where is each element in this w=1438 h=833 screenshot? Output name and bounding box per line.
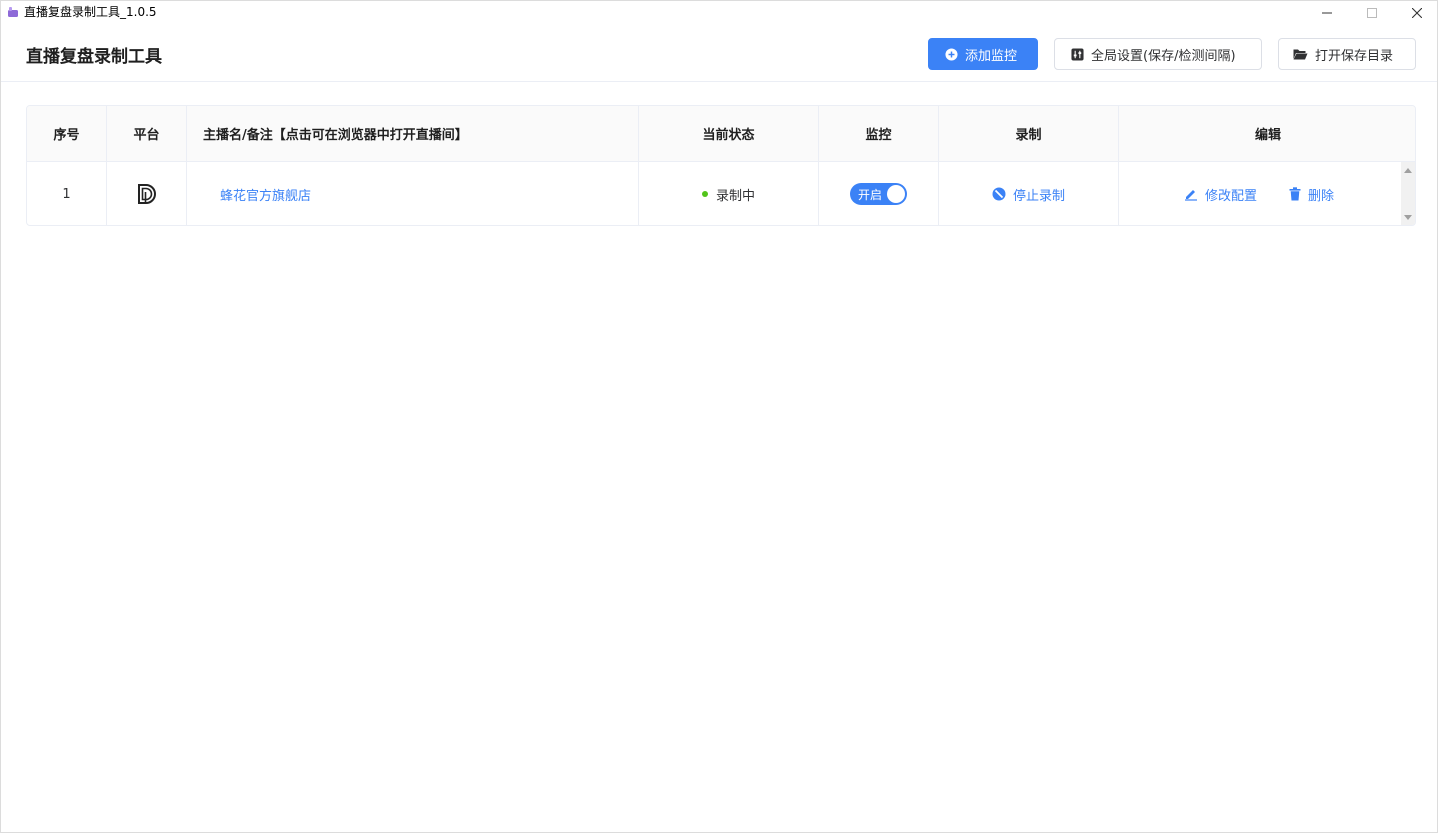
minimize-icon bbox=[1322, 12, 1332, 14]
status-cell: 录制中 bbox=[639, 162, 819, 225]
app-window: 直播复盘录制工具_1.0.5 直播复盘录制工具 添加监控 全局设置(保存/检测间… bbox=[0, 0, 1438, 833]
title-bar: 直播复盘录制工具_1.0.5 bbox=[1, 1, 1437, 25]
global-settings-label: 全局设置(保存/检测间隔) bbox=[1091, 48, 1236, 64]
monitor-cell: 开启 bbox=[819, 162, 939, 225]
table-header: 序号 平台 主播名/备注【点击可在浏览器中打开直播间】 当前状态 监控 录制 编… bbox=[27, 106, 1415, 162]
edit-config-label: 修改配置 bbox=[1204, 188, 1257, 204]
sliders-icon bbox=[1071, 47, 1084, 61]
column-header-monitor: 监控 bbox=[819, 106, 939, 161]
monitor-toggle[interactable]: 开启 bbox=[850, 183, 907, 205]
row-index: 1 bbox=[27, 162, 107, 225]
table-row: 1 蜂花官方旗舰店 录制中 开启 停止录制 修改配置 删除 bbox=[27, 162, 1415, 225]
edit-config-button[interactable]: 修改配置 bbox=[1184, 185, 1257, 204]
minimize-button[interactable] bbox=[1304, 1, 1350, 25]
column-header-edit: 编辑 bbox=[1254, 128, 1281, 143]
column-header-status: 当前状态 bbox=[639, 106, 819, 161]
stop-record-button[interactable]: 停止录制 bbox=[992, 185, 1065, 204]
close-icon bbox=[1412, 8, 1422, 18]
maximize-icon bbox=[1367, 8, 1377, 18]
monitor-toggle-label: 开启 bbox=[858, 187, 883, 202]
streamer-name-link[interactable]: 蜂花官方旗舰店 bbox=[220, 185, 311, 204]
stop-circle-icon bbox=[992, 187, 1006, 201]
delete-button[interactable]: 删除 bbox=[1289, 185, 1334, 204]
stop-record-label: 停止录制 bbox=[1012, 188, 1065, 204]
status-dot-icon bbox=[701, 191, 708, 197]
toggle-knob bbox=[887, 185, 905, 203]
record-cell: 停止录制 bbox=[939, 162, 1119, 225]
close-button[interactable] bbox=[1394, 1, 1438, 25]
folder-open-icon bbox=[1293, 49, 1308, 60]
platform-d-icon bbox=[137, 184, 156, 204]
table-scrollbar[interactable] bbox=[1401, 162, 1415, 225]
add-monitor-label: 添加监控 bbox=[965, 48, 1018, 64]
pencil-icon bbox=[1184, 190, 1197, 201]
plus-circle-icon bbox=[945, 47, 958, 61]
streamer-name-cell: 蜂花官方旗舰店 bbox=[187, 162, 639, 225]
page-title: 直播复盘录制工具 bbox=[26, 47, 162, 67]
global-settings-button[interactable]: 全局设置(保存/检测间隔) bbox=[1054, 38, 1262, 70]
open-folder-button[interactable]: 打开保存目录 bbox=[1278, 38, 1416, 70]
column-header-platform: 平台 bbox=[107, 106, 187, 161]
add-monitor-button[interactable]: 添加监控 bbox=[928, 38, 1038, 70]
column-header-index: 序号 bbox=[27, 106, 107, 161]
platform-cell bbox=[107, 162, 187, 225]
maximize-button[interactable] bbox=[1349, 1, 1395, 25]
window-title: 直播复盘录制工具_1.0.5 bbox=[24, 5, 157, 19]
scroll-up-icon[interactable] bbox=[1404, 168, 1412, 173]
trash-icon bbox=[1289, 187, 1301, 201]
open-folder-label: 打开保存目录 bbox=[1315, 48, 1394, 64]
status-text: 录制中 bbox=[715, 188, 755, 204]
column-header-name: 主播名/备注【点击可在浏览器中打开直播间】 bbox=[187, 106, 639, 161]
delete-label: 删除 bbox=[1308, 188, 1335, 204]
column-header-record: 录制 bbox=[939, 106, 1119, 161]
monitor-table: 序号 平台 主播名/备注【点击可在浏览器中打开直播间】 当前状态 监控 录制 编… bbox=[26, 105, 1416, 226]
app-icon bbox=[8, 7, 18, 17]
app-header: 直播复盘录制工具 添加监控 全局设置(保存/检测间隔) 打开保存目录 bbox=[1, 25, 1437, 82]
edit-cell: 修改配置 删除 bbox=[1119, 162, 1415, 225]
scroll-down-icon[interactable] bbox=[1404, 215, 1412, 220]
